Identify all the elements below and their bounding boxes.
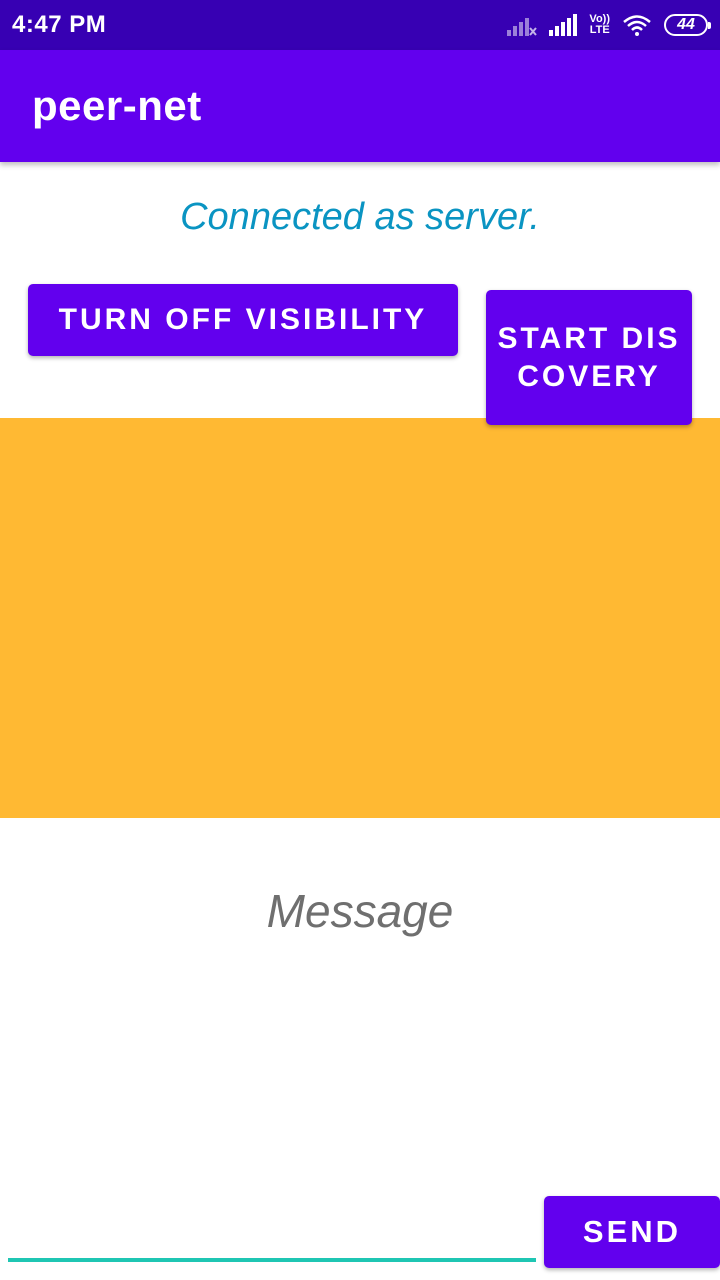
status-time: 4:47 PM bbox=[12, 11, 107, 38]
connection-status-text: Connected as server. bbox=[180, 196, 540, 238]
peer-area bbox=[0, 418, 720, 818]
battery-level: 44 bbox=[677, 16, 695, 33]
status-bar: 4:47 PM Vo)) LTE 44 bbox=[0, 0, 720, 50]
app-title: peer-net bbox=[32, 82, 202, 129]
lte-label: LTE bbox=[589, 24, 610, 36]
screen: 4:47 PM Vo)) LTE 44 peer-net Connected a… bbox=[0, 0, 720, 1280]
battery-icon: 44 bbox=[664, 14, 711, 36]
wifi-icon bbox=[622, 14, 652, 36]
signal-muted-icon bbox=[507, 14, 538, 36]
message-text: Message bbox=[266, 885, 454, 937]
turn-off-visibility-button[interactable]: TURN OFF VISIBILITY bbox=[28, 284, 458, 356]
app-bar: peer-net bbox=[0, 50, 720, 162]
volte-lte-icon: Vo)) LTE bbox=[589, 14, 610, 36]
message-input[interactable] bbox=[8, 1196, 536, 1262]
signal-icon bbox=[549, 14, 578, 36]
start-discovery-button[interactable]: START DISCOVERY bbox=[486, 290, 692, 425]
send-button[interactable]: SEND bbox=[544, 1196, 720, 1268]
status-icons: Vo)) LTE 44 bbox=[507, 10, 711, 40]
